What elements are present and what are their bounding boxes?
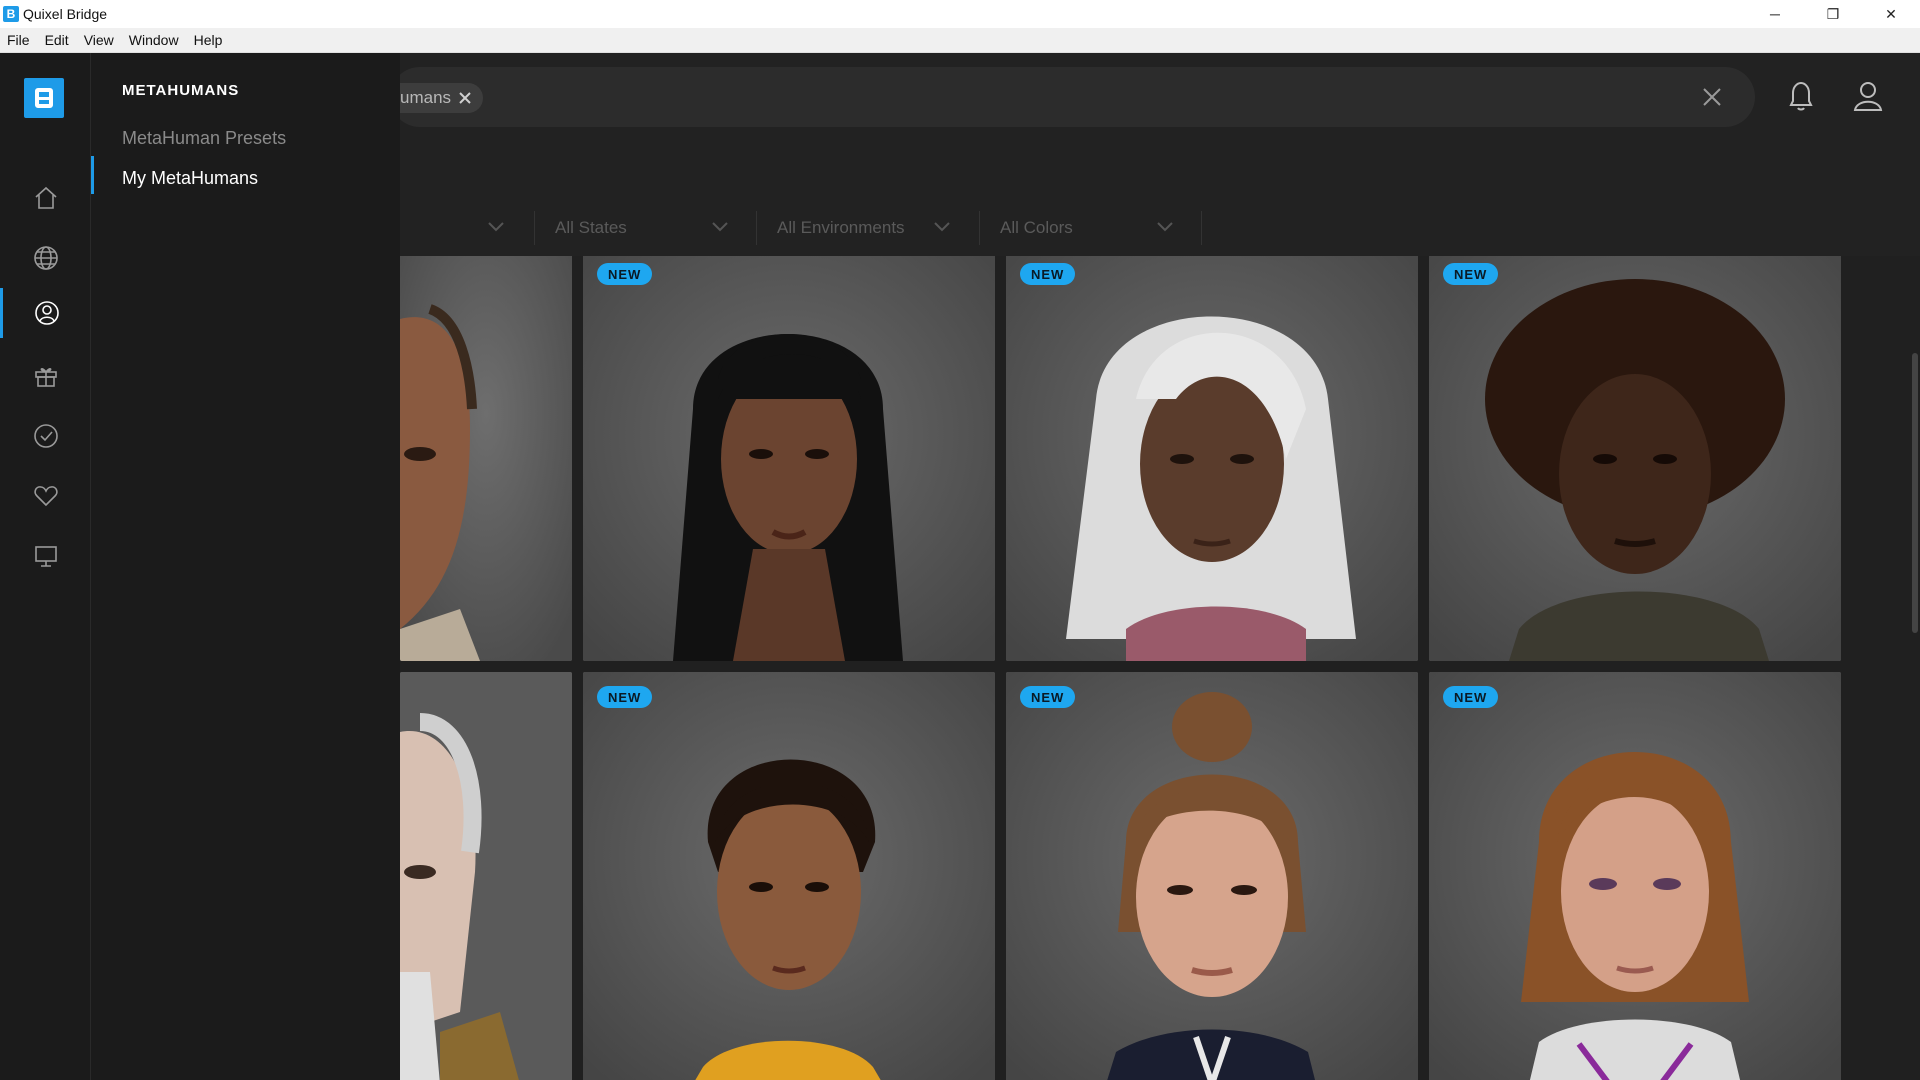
check-circle-icon[interactable] bbox=[0, 411, 91, 461]
menu-view[interactable]: View bbox=[77, 32, 122, 48]
menu-edit[interactable]: Edit bbox=[38, 32, 77, 48]
chevron-down-icon[interactable] bbox=[488, 221, 504, 233]
category-metahuman-presets[interactable]: MetaHuman Presets bbox=[122, 128, 286, 149]
menu-help[interactable]: Help bbox=[187, 32, 231, 48]
portrait-image bbox=[1429, 249, 1841, 661]
scrollbar-thumb[interactable] bbox=[1912, 353, 1918, 633]
filter-states[interactable]: All States bbox=[555, 211, 627, 245]
filter-states-label: All States bbox=[555, 218, 627, 237]
window-controls: ─ ❐ ✕ bbox=[1746, 0, 1920, 28]
user-circle-icon[interactable] bbox=[0, 288, 91, 338]
filter-environments-label: All Environments bbox=[777, 218, 905, 237]
portrait-image bbox=[583, 249, 995, 661]
new-badge: NEW bbox=[1020, 263, 1076, 285]
chevron-down-icon[interactable] bbox=[934, 221, 950, 233]
new-badge: NEW bbox=[597, 263, 653, 285]
portrait-image bbox=[583, 672, 995, 1080]
restore-button[interactable]: ❐ bbox=[1804, 0, 1862, 28]
asset-card[interactable]: NEW bbox=[1006, 672, 1418, 1080]
heart-icon[interactable] bbox=[0, 471, 91, 521]
minimize-button[interactable]: ─ bbox=[1746, 0, 1804, 28]
filter-chip[interactable]: umans bbox=[400, 83, 484, 113]
portrait-image bbox=[400, 249, 572, 661]
asset-card[interactable]: NEW bbox=[1429, 672, 1841, 1080]
filter-environments[interactable]: All Environments bbox=[777, 211, 905, 245]
asset-card[interactable]: NEW bbox=[1429, 249, 1841, 661]
new-badge: NEW bbox=[597, 686, 653, 708]
menu-bar: File Edit View Window Help bbox=[0, 28, 1920, 53]
new-badge: NEW bbox=[1443, 686, 1499, 708]
portrait-image bbox=[1006, 249, 1418, 661]
globe-icon[interactable] bbox=[0, 233, 91, 283]
user-icon[interactable] bbox=[1852, 79, 1884, 113]
main-content: NEW NEW NEW NEW NEW NEW umans All States… bbox=[400, 53, 1920, 1080]
panel-heading: METAHUMANS bbox=[122, 82, 240, 99]
clear-search-icon[interactable] bbox=[1700, 85, 1724, 109]
filters-row: All States All Environments All Colors bbox=[400, 151, 1920, 256]
monitor-icon[interactable] bbox=[0, 531, 91, 581]
category-panel: METAHUMANS MetaHuman Presets My MetaHuma… bbox=[91, 53, 400, 1080]
title-bar: B Quixel Bridge ─ ❐ ✕ bbox=[0, 0, 1920, 28]
filter-colors[interactable]: All Colors bbox=[1000, 211, 1073, 245]
icon-rail bbox=[0, 53, 91, 1080]
menu-file[interactable]: File bbox=[0, 32, 38, 48]
new-badge: NEW bbox=[1443, 263, 1499, 285]
asset-card[interactable]: NEW bbox=[583, 672, 995, 1080]
close-window-button[interactable]: ✕ bbox=[1862, 0, 1920, 28]
portrait-image bbox=[1429, 672, 1841, 1080]
portrait-image bbox=[1006, 672, 1418, 1080]
new-badge: NEW bbox=[1020, 686, 1076, 708]
gift-icon[interactable] bbox=[0, 351, 91, 401]
chevron-down-icon[interactable] bbox=[1157, 221, 1173, 233]
active-indicator bbox=[91, 156, 94, 194]
search-bar[interactable]: umans bbox=[400, 67, 1755, 127]
asset-card[interactable]: NEW bbox=[1006, 249, 1418, 661]
portrait-image bbox=[400, 672, 572, 1080]
app-icon: B bbox=[3, 6, 19, 22]
filter-chip-label: umans bbox=[400, 88, 452, 107]
asset-card[interactable]: NEW bbox=[583, 249, 995, 661]
chevron-down-icon[interactable] bbox=[712, 221, 728, 233]
asset-card[interactable] bbox=[400, 249, 572, 661]
app-body: METAHUMANS MetaHuman Presets My MetaHuma… bbox=[0, 53, 1920, 1080]
filter-colors-label: All Colors bbox=[1000, 218, 1073, 237]
asset-card[interactable] bbox=[400, 672, 572, 1080]
menu-window[interactable]: Window bbox=[122, 32, 187, 48]
window-title: Quixel Bridge bbox=[23, 6, 108, 22]
category-my-metahumans[interactable]: My MetaHumans bbox=[122, 168, 258, 189]
bridge-logo[interactable] bbox=[24, 78, 64, 118]
bell-icon[interactable] bbox=[1785, 79, 1817, 113]
close-icon[interactable] bbox=[456, 89, 474, 107]
home-icon[interactable] bbox=[0, 173, 91, 223]
